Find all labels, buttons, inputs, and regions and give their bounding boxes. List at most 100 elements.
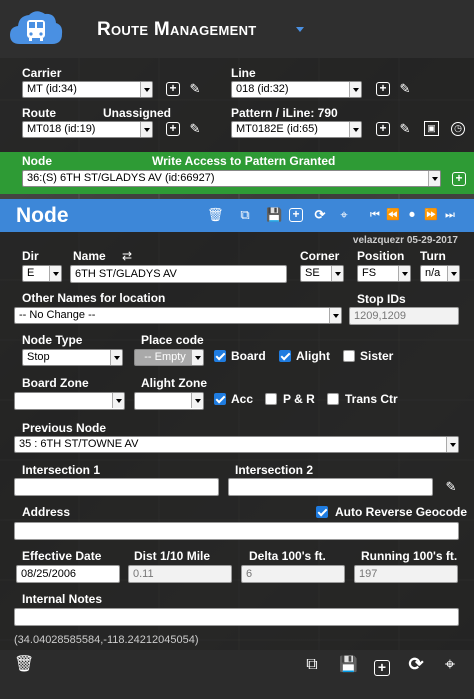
node-type-label: Node Type <box>22 333 83 347</box>
place-code-select[interactable]: -- Empty <box>134 349 204 366</box>
trans-ctr-label: Trans Ctr <box>345 392 398 406</box>
turn-label: Turn <box>420 249 446 263</box>
first-icon[interactable]: ⏮ <box>368 208 382 222</box>
node-form: velazquezr 05-29-2017 Dir E Name ⇄ 6TH S… <box>0 232 474 650</box>
route-label: Route <box>22 106 56 120</box>
write-access-message: Write Access to Pattern Granted <box>152 154 336 168</box>
other-names-label: Other Names for location <box>22 291 166 305</box>
node-type-select[interactable]: Stop <box>22 349 123 366</box>
effective-date-label: Effective Date <box>22 549 102 563</box>
footer-refresh-icon[interactable]: ⟳ <box>407 655 425 675</box>
intersection-2-input[interactable] <box>228 478 433 496</box>
previous-node-label: Previous Node <box>22 421 107 435</box>
name-input[interactable]: 6TH ST/GLADYS AV <box>70 265 287 283</box>
edit-line-icon[interactable]: ✎ <box>398 82 412 96</box>
add-icon[interactable]: + <box>289 208 303 222</box>
dist-input[interactable]: 0.11 <box>128 565 232 583</box>
auto-reverse-geocode-label: Auto Reverse Geocode <box>335 505 468 519</box>
route-management-panel: Route Management Carrier MT (id:34) + ✎ … <box>0 0 474 699</box>
copy-icon[interactable]: ⧉ <box>238 208 252 222</box>
edit-carrier-icon[interactable]: ✎ <box>188 82 202 96</box>
alight-zone-select[interactable] <box>134 392 204 410</box>
pattern-select[interactable]: MT0182E (id:65) <box>231 121 362 138</box>
footer-delete-icon[interactable]: 🗑 <box>14 657 34 676</box>
add-route-icon[interactable]: + <box>166 122 180 136</box>
delta-input[interactable]: 6 <box>241 565 345 583</box>
board-zone-select[interactable] <box>14 392 125 410</box>
edit-pattern-icon[interactable]: ✎ <box>398 122 412 136</box>
sister-checkbox[interactable] <box>343 350 355 362</box>
place-code-label: Place code <box>141 333 204 347</box>
node-panel-title: Node <box>16 204 69 227</box>
stop-ids-input[interactable]: 1209,1209 <box>349 307 459 325</box>
corner-label: Corner <box>300 249 340 263</box>
address-label: Address <box>22 505 71 519</box>
carrier-select[interactable]: MT (id:34) <box>22 81 153 98</box>
stop-icon[interactable]: ⏺ <box>405 208 419 222</box>
running-input[interactable]: 197 <box>354 565 458 583</box>
address-input[interactable] <box>14 522 459 540</box>
park-ride-checkbox[interactable] <box>265 393 277 405</box>
internal-notes-input[interactable] <box>14 608 459 626</box>
node-footer-toolbar: 🗑 ⧉ 💾 + ⟳ ⌖ <box>0 650 474 699</box>
swap-icon[interactable]: ⇄ <box>120 249 134 263</box>
other-names-select[interactable]: -- No Change -- <box>14 307 342 324</box>
add-pattern-icon[interactable]: + <box>376 122 390 136</box>
node-panel-header: Node 🗑 ⧉ 💾 + ⟳ ⌖ ⏮ ⏪ ⏺ ⏩ ⏭ <box>0 199 474 232</box>
name-label: Name <box>73 249 106 263</box>
intersection-2-label: Intersection 2 <box>235 463 314 477</box>
bus-cloud-logo-icon <box>10 11 63 44</box>
unassigned-label: Unassigned <box>103 106 172 120</box>
turn-select[interactable]: n/a <box>420 265 460 282</box>
effective-date-input[interactable]: 08/25/2006 <box>16 565 120 583</box>
board-label: Board <box>231 349 266 363</box>
crosshair-icon[interactable]: ⌖ <box>337 208 351 222</box>
add-line-icon[interactable]: + <box>376 82 390 96</box>
pattern-map-icon[interactable]: ▣ <box>424 121 439 136</box>
footer-save-icon[interactable]: 💾 <box>339 657 358 676</box>
editor-stamp: velazquezr 05-29-2017 <box>352 235 458 246</box>
edit-route-icon[interactable]: ✎ <box>188 122 202 136</box>
dir-select[interactable]: E <box>22 265 62 282</box>
add-carrier-icon[interactable]: + <box>166 82 180 96</box>
delta-label: Delta 100's ft. <box>249 549 326 563</box>
dir-label: Dir <box>22 249 39 263</box>
footer-crosshair-icon[interactable]: ⌖ <box>441 655 459 675</box>
alight-label: Alight <box>296 349 330 363</box>
footer-copy-icon[interactable]: ⧉ <box>303 657 321 676</box>
previous-icon[interactable]: ⏪ <box>386 208 400 222</box>
save-icon[interactable]: 💾 <box>266 208 282 222</box>
delete-icon[interactable]: 🗑 <box>207 208 224 222</box>
route-selection-section: Carrier MT (id:34) + ✎ Line 018 (id:32) … <box>0 58 474 152</box>
intersection-1-input[interactable] <box>14 478 219 496</box>
position-select[interactable]: FS <box>357 265 411 282</box>
alight-zone-label: Alight Zone <box>141 376 207 390</box>
line-select[interactable]: 018 (id:32) <box>231 81 362 98</box>
edit-intersection-icon[interactable]: ✎ <box>444 480 458 494</box>
alight-checkbox[interactable] <box>279 350 291 362</box>
app-title[interactable]: Route Management <box>97 19 257 41</box>
node-select[interactable]: 36:(S) 6TH ST/GLADYS AV (id:66927) <box>22 170 441 187</box>
coordinates-readout: (34.04028585584,-118.24212045054) <box>14 634 199 646</box>
sister-label: Sister <box>360 349 394 363</box>
intersection-1-label: Intersection 1 <box>22 463 101 477</box>
line-label: Line <box>231 66 256 80</box>
board-checkbox[interactable] <box>214 350 226 362</box>
acc-checkbox[interactable] <box>214 393 226 405</box>
trans-ctr-checkbox[interactable] <box>327 393 339 405</box>
position-label: Position <box>357 249 405 263</box>
add-node-icon[interactable]: + <box>452 172 466 186</box>
refresh-icon[interactable]: ⟳ <box>313 208 327 222</box>
carrier-label: Carrier <box>22 66 62 80</box>
footer-add-icon[interactable]: + <box>374 660 390 676</box>
auto-reverse-geocode-checkbox[interactable] <box>316 506 328 518</box>
last-icon[interactable]: ⏭ <box>443 208 457 222</box>
corner-select[interactable]: SE <box>300 265 344 282</box>
title-dropdown-icon[interactable] <box>296 27 304 32</box>
running-label: Running 100's ft. <box>361 549 458 563</box>
next-icon[interactable]: ⏩ <box>424 208 438 222</box>
clock-icon[interactable]: ◷ <box>451 122 465 136</box>
acc-label: Acc <box>231 392 254 406</box>
previous-node-select[interactable]: 35 : 6TH ST/TOWNE AV <box>14 436 459 453</box>
route-select[interactable]: MT018 (id:19) <box>22 121 153 138</box>
